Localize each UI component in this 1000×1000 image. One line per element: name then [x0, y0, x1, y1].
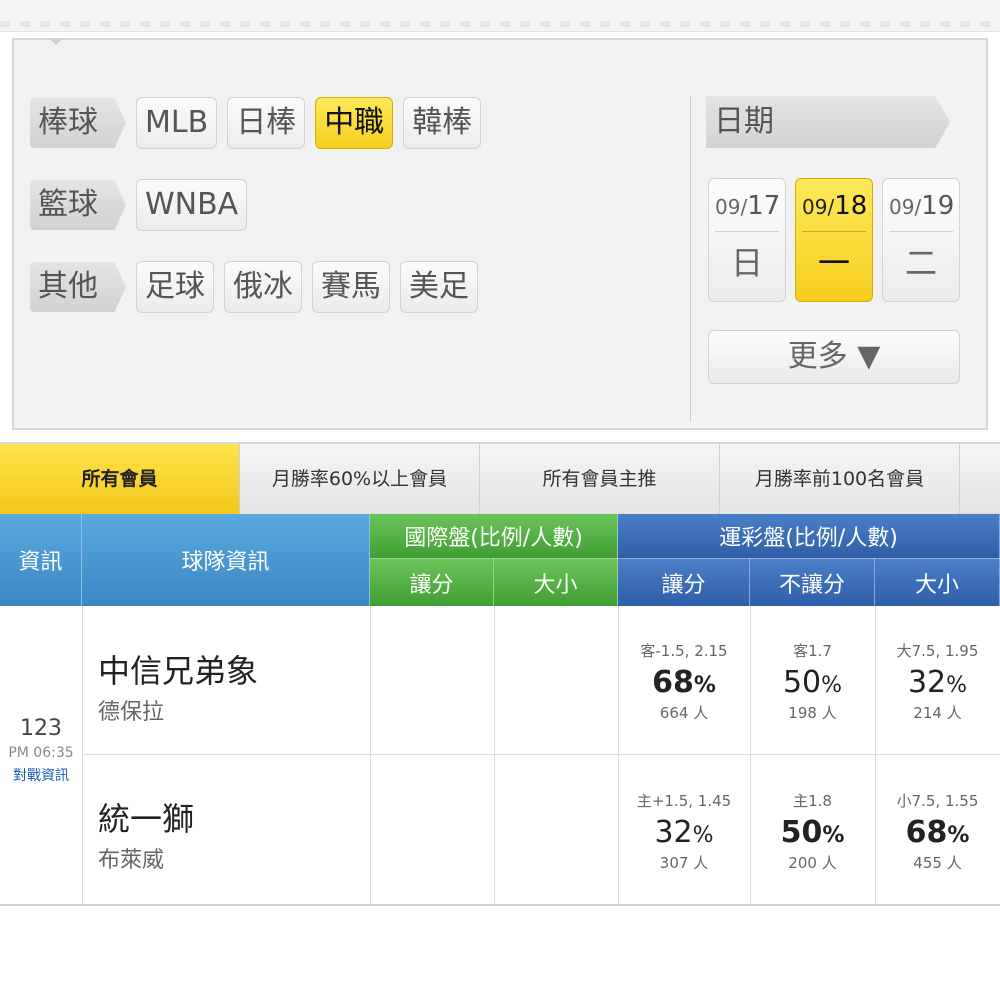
home-lottery-moneyline[interactable]: 主1.8 50% 200 人 — [750, 790, 875, 873]
chip-wnba[interactable]: WNBA — [136, 179, 248, 231]
column-divider — [370, 606, 371, 906]
date-card-weekday: 日 — [730, 244, 763, 282]
tab-top-100[interactable]: 月勝率前100名會員 — [720, 444, 960, 514]
odds-count: 198 人 — [788, 704, 837, 722]
away-lottery-total[interactable]: 大7.5, 1.95 32% 214 人 — [875, 640, 1000, 723]
odds-percent: 32% — [654, 815, 714, 850]
date-card-date: 09/18 — [802, 191, 867, 232]
date-card-weekday: 一 — [817, 244, 850, 282]
odds-percent: 50% — [782, 665, 843, 700]
column-divider — [494, 606, 495, 906]
category-label-other: 其他 — [30, 262, 126, 312]
game-info: 123 PM 06:35 對戰資訊 — [0, 716, 82, 785]
game-number: 123 — [20, 716, 62, 741]
team-divider — [82, 754, 1000, 755]
header-lottery-spread: 讓分 — [618, 558, 750, 606]
header-international-odds: 國際盤(比例/人數) — [370, 514, 618, 558]
header-lottery-total: 大小 — [875, 558, 1000, 606]
header-intl-total: 大小 — [494, 558, 618, 606]
home-lottery-total[interactable]: 小7.5, 1.55 68% 455 人 — [875, 790, 1000, 873]
date-card-date: 09/19 — [889, 191, 954, 232]
odds-line: 客-1.5, 2.15 — [640, 642, 728, 660]
panel-notch — [49, 38, 63, 46]
column-divider — [82, 606, 83, 906]
filter-row-basketball: 籃球 WNBA — [30, 178, 257, 232]
odds-percent: 68% — [905, 815, 970, 850]
top-decorative-strip — [0, 0, 1000, 32]
date-card-0919[interactable]: 09/19 二 — [882, 178, 960, 302]
chip-hockey[interactable]: 俄冰 — [224, 261, 302, 313]
chip-kbo[interactable]: 韓棒 — [403, 97, 482, 149]
odds-line: 客1.7 — [793, 642, 832, 660]
date-card-0918[interactable]: 09/18 一 — [795, 178, 873, 302]
tab-win-rate-60[interactable]: 月勝率60%以上會員 — [240, 444, 480, 514]
category-label-basketball: 籃球 — [30, 180, 126, 230]
chip-npb[interactable]: 日棒 — [227, 97, 306, 149]
game-row: 123 PM 06:35 對戰資訊 中信兄弟象 德保拉 客-1.5, 2.15 … — [0, 606, 1000, 906]
odds-line: 主1.8 — [793, 792, 832, 810]
odds-count: 664 人 — [659, 704, 709, 722]
filter-row-baseball: 棒球 MLB 日棒 中職 韓棒 — [30, 96, 491, 150]
away-pitcher: 德保拉 — [98, 700, 165, 725]
header-intl-spread: 讓分 — [370, 558, 494, 606]
away-team-name: 中信兄弟象 — [98, 652, 259, 690]
game-time: PM 06:35 — [8, 745, 74, 761]
date-card-weekday: 二 — [904, 244, 937, 282]
chip-american-football[interactable]: 美足 — [400, 261, 478, 313]
odds-count: 455 人 — [913, 854, 962, 872]
away-lottery-moneyline[interactable]: 客1.7 50% 198 人 — [750, 640, 875, 723]
filter-row-other: 其他 足球 俄冰 賽馬 美足 — [30, 260, 488, 314]
panel-divider — [690, 96, 691, 422]
matchup-info-link[interactable]: 對戰資訊 — [0, 765, 82, 785]
header-lottery-odds: 運彩盤(比例/人數) — [618, 514, 1000, 558]
away-lottery-spread[interactable]: 客-1.5, 2.15 68% 664 人 — [618, 640, 750, 723]
header-team: 球隊資訊 — [82, 514, 370, 606]
date-card-0917[interactable]: 09/17 日 — [708, 178, 786, 302]
chip-horse-racing[interactable]: 賽馬 — [312, 261, 390, 313]
date-header: 日期 — [706, 96, 950, 148]
odds-percent: 50% — [780, 815, 845, 850]
header-info: 資訊 — [0, 514, 82, 606]
header-lottery-moneyline: 不讓分 — [750, 558, 875, 606]
more-dates-button[interactable]: 更多 ▼ — [708, 330, 960, 384]
tab-member-picks[interactable]: 所有會員主推 — [480, 444, 720, 514]
category-label-baseball: 棒球 — [30, 98, 126, 148]
chip-mlb[interactable]: MLB — [136, 97, 218, 149]
odds-count: 214 人 — [913, 704, 962, 722]
odds-line: 主+1.5, 1.45 — [636, 792, 732, 810]
odds-percent: 68% — [652, 665, 716, 700]
tab-all-members[interactable]: 所有會員 — [0, 444, 240, 528]
odds-line: 大7.5, 1.95 — [896, 642, 979, 660]
filter-panel: 棒球 MLB 日棒 中職 韓棒 籃球 WNBA 其他 足球 俄冰 賽馬 美足 日… — [12, 38, 988, 430]
home-team-name: 統一獅 — [98, 800, 195, 838]
chip-soccer[interactable]: 足球 — [136, 261, 214, 313]
odds-count: 200 人 — [788, 854, 837, 872]
odds-count: 307 人 — [659, 854, 709, 872]
odds-percent: 32% — [907, 665, 968, 700]
date-card-date: 09/17 — [715, 191, 780, 232]
home-pitcher: 布萊威 — [98, 848, 165, 873]
tab-filler — [960, 444, 1000, 513]
odds-line: 小7.5, 1.55 — [896, 792, 979, 810]
member-tabs: 所有會員 月勝率60%以上會員 所有會員主推 月勝率前100名會員 — [0, 442, 1000, 528]
home-lottery-spread[interactable]: 主+1.5, 1.45 32% 307 人 — [618, 790, 750, 873]
chip-cpbl[interactable]: 中職 — [315, 97, 394, 149]
